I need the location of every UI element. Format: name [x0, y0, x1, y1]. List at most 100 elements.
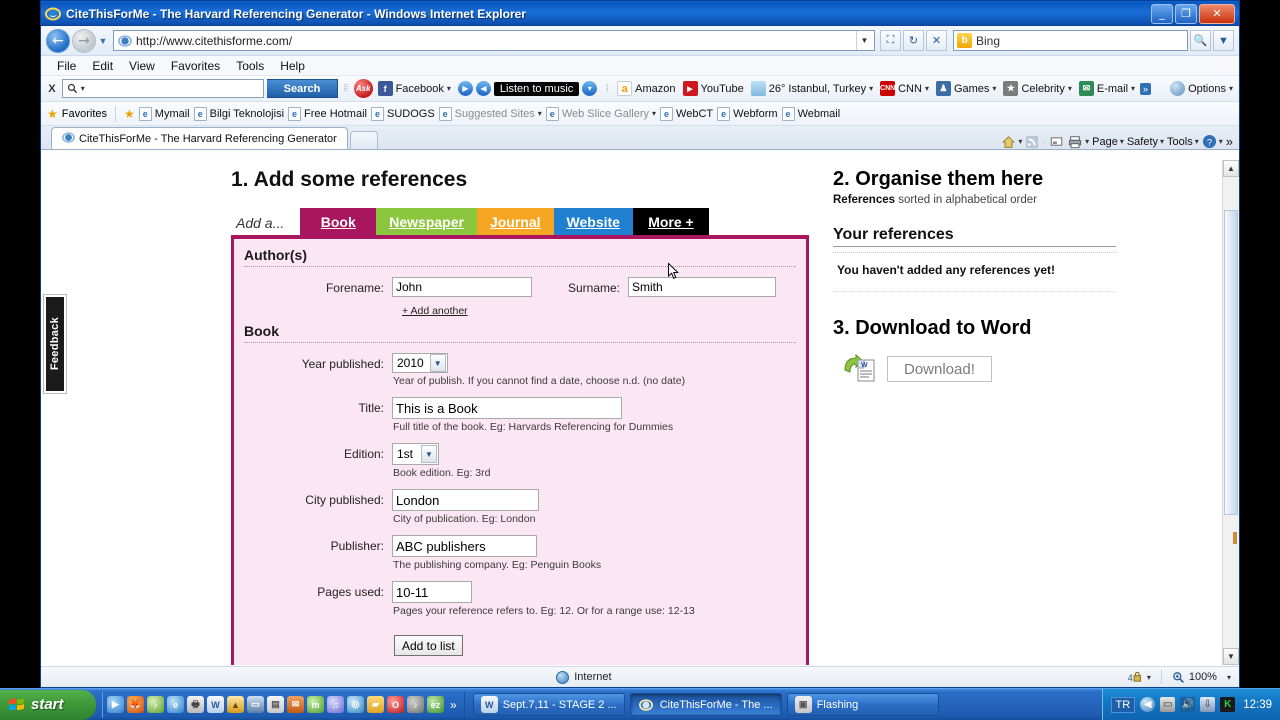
chevron-down-icon-safety[interactable]: ▾	[1160, 137, 1164, 146]
nero-icon[interactable]: ▲	[227, 696, 244, 713]
search-options-caret-icon[interactable]: ▼	[1213, 30, 1234, 51]
chevron-down-icon[interactable]: ▾	[447, 84, 451, 93]
task-button-flashing[interactable]: ▣ Flashing	[786, 693, 939, 716]
menu-item-view[interactable]: View	[121, 59, 163, 73]
chevron-down-icon-tools[interactable]: ▾	[1195, 137, 1199, 146]
address-dropdown-caret-icon[interactable]: ▼	[856, 31, 872, 50]
toolbar-close-icon[interactable]: X	[45, 83, 59, 95]
add-another-author-link[interactable]: + Add another	[402, 305, 468, 317]
chevron-down-icon-email[interactable]: ▾	[1131, 84, 1135, 93]
edition-select[interactable]: 1st ▼	[392, 443, 439, 465]
sound-icon[interactable]: ♫	[327, 696, 344, 713]
compatibility-view-button[interactable]: ⛶	[880, 30, 901, 51]
tab-newspaper[interactable]: Newspaper	[376, 208, 477, 235]
ez-icon[interactable]: ez	[427, 696, 444, 713]
safety-menu-button[interactable]: Safety ▾	[1127, 136, 1164, 148]
start-button[interactable]: start	[0, 689, 96, 720]
page-menu-button[interactable]: Page ▾	[1092, 136, 1124, 148]
language-indicator[interactable]: TR	[1110, 696, 1136, 713]
minimize-button[interactable]: _	[1151, 3, 1173, 24]
page-scrollbar[interactable]: ▲ ▼	[1222, 160, 1239, 665]
chevron-down-icon-weather[interactable]: ▾	[869, 84, 873, 93]
scroll-up-button[interactable]: ▲	[1223, 160, 1239, 177]
read-button[interactable]	[1049, 135, 1064, 148]
tools-menu-button[interactable]: Tools ▾	[1167, 136, 1199, 148]
chevron-down-icon-protected[interactable]: ▾	[1147, 673, 1151, 682]
monitor-icon[interactable]: ▭	[247, 696, 264, 713]
search-go-button[interactable]: 🔍	[1190, 30, 1211, 51]
music-icon[interactable]: ♪	[407, 696, 424, 713]
network-icon[interactable]: ▭	[1160, 697, 1176, 712]
chevron-down-icon-suggested[interactable]: ▾	[538, 109, 542, 118]
address-input[interactable]: http://www.citethisforme.com/ ▼	[113, 30, 875, 51]
browser-tab-citethisforme[interactable]: CiteThisForMe - The Harvard Referencing …	[51, 127, 348, 149]
chevron-down-icon-games[interactable]: ▾	[992, 84, 996, 93]
toolbar-overflow-button[interactable]: »	[1140, 82, 1152, 95]
menu-item-tools[interactable]: Tools	[228, 59, 272, 73]
chevron-down-icon-year[interactable]: ▼	[429, 354, 446, 372]
favorite-suggested-sites[interactable]: e Suggested Sites ▾	[438, 106, 542, 121]
add-to-list-button[interactable]: Add to list	[394, 635, 463, 656]
itunes-icon[interactable]: ♪	[147, 696, 164, 713]
ask-logo-icon[interactable]: Ask	[353, 79, 373, 98]
show-desktop-icon[interactable]: ◀	[1140, 697, 1156, 712]
recent-pages-caret-icon[interactable]: ▼	[96, 36, 110, 46]
toolbar-item-listen-to-music[interactable]: ▶ ◀ Listen to music ▾	[456, 81, 599, 96]
maximize-button[interactable]: ❐	[1175, 3, 1197, 24]
quick-launch-overflow[interactable]: »	[447, 698, 460, 712]
tab-website[interactable]: Website	[553, 208, 633, 235]
outlook-icon[interactable]: ✉	[287, 696, 304, 713]
favorite-mymail[interactable]: e Mymail	[138, 106, 190, 121]
pages-used-input[interactable]	[392, 581, 472, 603]
favorite-webform[interactable]: e Webform	[717, 106, 778, 121]
city-published-input[interactable]	[392, 489, 539, 511]
feedback-tab[interactable]: Feedback	[43, 294, 67, 394]
scrollbar-thumb[interactable]	[1224, 210, 1238, 515]
chevron-down-icon-options[interactable]: ▾	[1229, 84, 1233, 93]
new-tab-button[interactable]	[349, 131, 378, 149]
favorite-webct[interactable]: e WebCT	[660, 106, 713, 121]
favorite-web-slice-gallery[interactable]: e Web Slice Gallery ▾	[545, 106, 656, 121]
toolbar-grip-icon[interactable]: ⦙⦙	[341, 83, 351, 94]
favorites-star-icon[interactable]: ★	[47, 107, 58, 121]
opera-icon[interactable]: O	[387, 696, 404, 713]
mute-icon[interactable]: ◀	[475, 81, 491, 96]
toolbar-item-amazon[interactable]: a Amazon	[615, 81, 677, 96]
printer-icon[interactable]: 🖶	[187, 696, 204, 713]
tab-more[interactable]: More +	[632, 208, 709, 235]
ask-search-input[interactable]: ▾	[61, 79, 264, 98]
ie-icon[interactable]: e	[167, 696, 184, 713]
chevron-down-icon-webslice[interactable]: ▾	[652, 109, 656, 118]
media-player-icon[interactable]: ▶	[107, 696, 124, 713]
task-button-word[interactable]: W Sept.7,11 - STAGE 2 ...	[472, 693, 625, 716]
kaspersky-icon[interactable]: K	[1220, 697, 1236, 712]
window-title-bar[interactable]: CiteThisForMe - The Harvard Referencing …	[41, 1, 1239, 26]
forward-button[interactable]: →	[72, 28, 96, 53]
download-button[interactable]: Download!	[887, 356, 992, 382]
chevron-down-icon-page[interactable]: ▾	[1120, 137, 1124, 146]
msn-icon[interactable]: m	[307, 696, 324, 713]
toolbar-item-celebrity[interactable]: ★ Celebrity ▾	[1001, 81, 1073, 96]
ask-search-button[interactable]: Search	[266, 79, 338, 98]
update-icon[interactable]: ⇩	[1200, 697, 1216, 712]
ask-search-caret-icon[interactable]: ▾	[81, 84, 85, 93]
toolbar-item-email[interactable]: ✉ E-mail ▾	[1077, 81, 1137, 96]
explorer-icon[interactable]: ▤	[267, 696, 284, 713]
protected-mode-indicator[interactable]: 4 ▾	[1127, 671, 1151, 684]
toolbar-item-cnn[interactable]: CNN CNN ▾	[878, 81, 931, 96]
home-button[interactable]: ▾	[1001, 135, 1022, 149]
year-published-select[interactable]: 2010 ▼	[392, 353, 448, 373]
command-bar-overflow[interactable]: »	[1226, 134, 1233, 149]
favorites-button-label[interactable]: Favorites	[62, 108, 107, 120]
chevron-down-icon-cnn[interactable]: ▾	[925, 84, 929, 93]
chevron-down-icon-home[interactable]: ▾	[1018, 137, 1022, 146]
read-mail-button[interactable]: ·	[1042, 136, 1046, 148]
toolbar-item-youtube[interactable]: ▶ YouTube	[681, 81, 746, 96]
clock[interactable]: 12:39	[1243, 699, 1272, 711]
scroll-down-button[interactable]: ▼	[1223, 648, 1239, 665]
chevron-down-icon-print[interactable]: ▾	[1085, 137, 1089, 146]
toolbar-item-weather[interactable]: 26° Istanbul, Turkey ▾	[749, 81, 875, 96]
menu-item-favorites[interactable]: Favorites	[163, 59, 228, 73]
title-input[interactable]	[392, 397, 622, 419]
forename-input[interactable]	[392, 277, 532, 297]
